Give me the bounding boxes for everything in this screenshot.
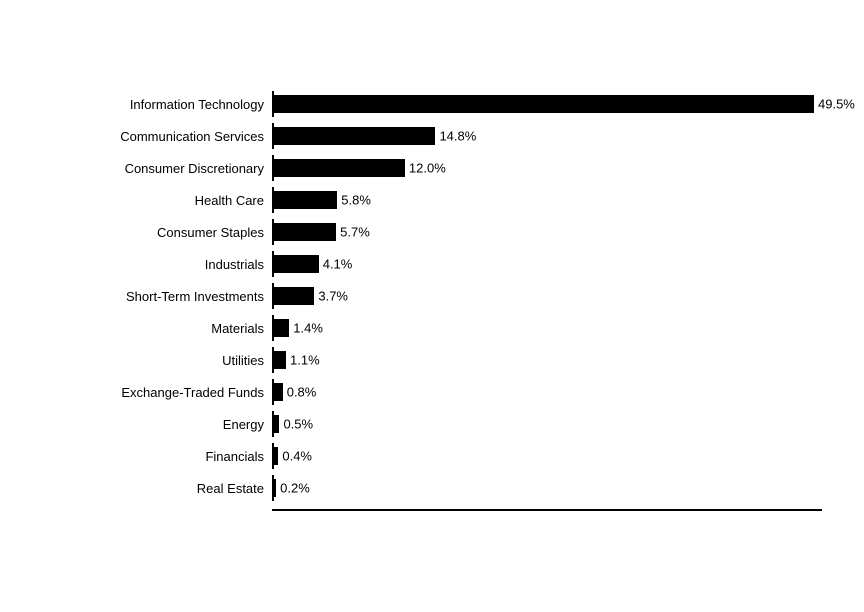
bar-value-label: 14.8%: [439, 129, 476, 144]
bar-value-label: 12.0%: [409, 161, 446, 176]
bar-fill: [274, 479, 276, 497]
bar-track: 1.1%: [272, 347, 822, 373]
bar-fill: [274, 383, 283, 401]
bar-row: Real Estate 0.2%: [42, 475, 822, 501]
bar-row: Financials 0.4%: [42, 443, 822, 469]
bar-row: Industrials 4.1%: [42, 251, 822, 277]
bar-fill: [274, 159, 405, 177]
bar-label: Short-Term Investments: [42, 289, 272, 304]
bar-value-label: 5.7%: [340, 225, 370, 240]
bar-track: 49.5%: [272, 91, 822, 117]
bar-fill: [274, 255, 319, 273]
bar-fill: [274, 319, 289, 337]
bar-fill: [274, 95, 814, 113]
bar-value-label: 3.7%: [318, 289, 348, 304]
bar-row: Health Care 5.8%: [42, 187, 822, 213]
bar-track: 14.8%: [272, 123, 822, 149]
bar-value-label: 0.4%: [282, 449, 312, 464]
bar-track: 0.2%: [272, 475, 822, 501]
bar-track: 0.5%: [272, 411, 822, 437]
bar-fill: [274, 287, 314, 305]
bar-track: 3.7%: [272, 283, 822, 309]
bar-row: Energy 0.5%: [42, 411, 822, 437]
bar-fill: [274, 127, 435, 145]
chart-container: Information Technology49.5%Communication…: [22, 61, 842, 551]
bar-track: 12.0%: [272, 155, 822, 181]
bar-row: Exchange-Traded Funds 0.8%: [42, 379, 822, 405]
bar-row: Materials 1.4%: [42, 315, 822, 341]
bar-label: Health Care: [42, 193, 272, 208]
bar-label: Industrials: [42, 257, 272, 272]
bar-row: Information Technology49.5%: [42, 91, 822, 117]
bar-track: 4.1%: [272, 251, 822, 277]
bar-fill: [274, 447, 278, 465]
bar-row: Consumer Staples 5.7%: [42, 219, 822, 245]
axis-bottom: [272, 509, 822, 511]
bar-label: Consumer Discretionary: [42, 161, 272, 176]
bar-value-label: 1.1%: [290, 353, 320, 368]
bar-fill: [274, 351, 286, 369]
bar-fill: [274, 415, 279, 433]
bar-track: 1.4%: [272, 315, 822, 341]
bar-track: 0.4%: [272, 443, 822, 469]
bar-row: Consumer Discretionary 12.0%: [42, 155, 822, 181]
bar-label: Financials: [42, 449, 272, 464]
bar-value-label: 5.8%: [341, 193, 371, 208]
bar-label: Exchange-Traded Funds: [42, 385, 272, 400]
bar-label: Energy: [42, 417, 272, 432]
bar-value-label: 4.1%: [323, 257, 353, 272]
bar-row: Communication Services 14.8%: [42, 123, 822, 149]
bar-track: 5.7%: [272, 219, 822, 245]
bar-label: Utilities: [42, 353, 272, 368]
bar-value-label: 49.5%: [818, 97, 855, 112]
bar-row: Short-Term Investments 3.7%: [42, 283, 822, 309]
bar-label: Information Technology: [42, 97, 272, 112]
bar-label: Communication Services: [42, 129, 272, 144]
bar-track: 0.8%: [272, 379, 822, 405]
chart-area: Information Technology49.5%Communication…: [42, 91, 822, 507]
bar-row: Utilities 1.1%: [42, 347, 822, 373]
bar-label: Real Estate: [42, 481, 272, 496]
bar-value-label: 0.5%: [283, 417, 313, 432]
bar-label: Consumer Staples: [42, 225, 272, 240]
bar-fill: [274, 223, 336, 241]
bar-track: 5.8%: [272, 187, 822, 213]
bar-label: Materials: [42, 321, 272, 336]
bar-value-label: 1.4%: [293, 321, 323, 336]
bar-value-label: 0.2%: [280, 481, 310, 496]
bar-fill: [274, 191, 337, 209]
bar-value-label: 0.8%: [287, 385, 317, 400]
